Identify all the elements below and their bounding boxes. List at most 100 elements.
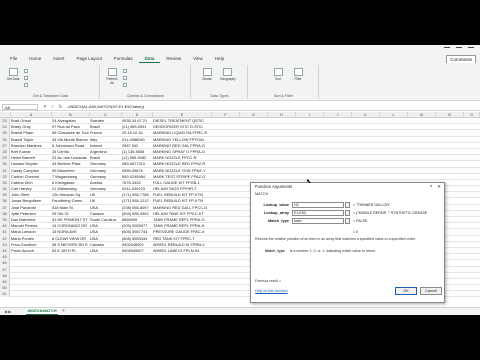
cell-address[interactable]: 34 Via Monte Bianco [52,137,89,142]
tab-insert[interactable]: Insert [47,54,70,63]
cell-description[interactable]: WHEEL LABELS FPLN-94 [153,248,211,253]
cell-address[interactable]: 6 Kirchgasse [52,180,89,185]
cell-address[interactable]: 23 Av. dos Lusíadas [52,155,89,160]
cell-phone[interactable]: 7675-3425 [122,180,152,185]
sheet-nav-arrows[interactable]: ◀ ▶ [4,309,11,314]
cell-description[interactable]: MARK NOZZLE RED FPNZ-R [153,161,211,166]
cell-name[interactable]: John Steel [11,192,51,197]
cell-description[interactable]: MARK NOZZLE FPCC-R [153,155,211,160]
cell-description[interactable]: MARK TEST STRIPE FPAZ-G [153,174,211,179]
cell-name[interactable]: Jytte Petersen [11,211,51,216]
cell-description[interactable]: MARK NOZZLE YEW FPNZ-Y [153,168,211,173]
cell-phone[interactable]: 011-4988260 [122,137,152,142]
cell-address[interactable]: 14 CORONADO DR [52,223,89,228]
cell-name[interactable]: Candy Compton [11,168,51,173]
cell-country[interactable]: USA [90,223,120,228]
cell-address[interactable]: 43 Berliner Platz [52,161,89,166]
cell-country[interactable]: Canada [90,242,120,247]
cell-phone[interactable]: (805) 5557744 [122,229,152,234]
cell-country[interactable]: France [90,130,120,135]
maximize-icon[interactable] [456,47,462,51]
cell-address[interactable]: 90 Mauerlein [52,168,89,173]
refresh-all-button[interactable]: Refresh All [105,67,119,89]
range-select-icon[interactable] [345,202,350,208]
close-icon[interactable] [468,47,474,51]
cell-name[interactable]: Brandi Pham [11,130,51,135]
from-web-row[interactable] [24,75,28,80]
cell-name[interactable]: Brandi Taylor [11,137,51,142]
tab-home[interactable]: Home [23,54,47,63]
cell-phone[interactable]: (208) 555-8097 [122,205,152,210]
from-text-row[interactable] [24,68,28,73]
tab-data[interactable]: Data [138,54,161,63]
cell-address[interactable]: 518 Main St. [52,205,89,210]
cell-description[interactable]: FUEL REBUILD KIT FP-KTN [153,198,211,203]
cell-phone[interactable]: (11) 555-9482 [122,155,152,160]
lookup-value-input[interactable]: H2 [292,202,344,208]
cell-address[interactable]: 15 NORA AVE [52,229,89,234]
cell-phone[interactable]: 0555-09876 [122,168,152,173]
cell-country[interactable]: Germany [90,168,120,173]
cell-address[interactable]: 8 CLEAR VIEW DR [52,236,89,241]
cell-description[interactable]: WHEEL REBUILD KI FPRM-1 [153,242,211,247]
cell-country[interactable]: Germany [90,174,120,179]
cell-country[interactable]: Sweden [90,118,120,123]
tab-help[interactable]: Help [209,54,230,63]
cell-country[interactable]: USA [90,229,120,234]
tab-file[interactable]: File [4,54,23,63]
cell-name[interactable]: Carlton Chesnut [11,174,51,179]
range-select-icon[interactable] [345,210,350,216]
cell-country[interactable]: Brazil [90,155,120,160]
cell-country[interactable]: Germany [90,186,120,191]
cell-phone[interactable]: (805) 5553344 [122,236,152,241]
match-type-input[interactable]: false [292,218,344,224]
cell-phone[interactable]: 20.16.10.16 [122,130,152,135]
cell-address[interactable]: 38 S MEYERS RD E [52,242,89,247]
cancel-icon[interactable]: ✕ [43,104,47,110]
cell-name[interactable]: Bret Kumar [11,149,51,154]
add-sheet-icon[interactable]: + [62,308,65,314]
cell-name[interactable]: Brandon Martinez [11,143,51,148]
row-number[interactable]: 51 [0,291,10,298]
cell-name[interactable]: Maria Larsson [11,229,51,234]
cell-phone[interactable]: 0241-039123 [122,186,152,191]
cell-name[interactable]: Paolo Accorti [11,248,51,253]
properties-row[interactable] [123,75,127,80]
cell-description[interactable]: DIESEL TREATMENT QSTIC [153,118,211,123]
cell-description[interactable]: TANK FRAME REPL FPRA-G [153,217,211,222]
cell-country[interactable]: Germany [90,161,120,166]
cell-name[interactable]: Jonas Bergulfsen [11,198,51,203]
cell-country[interactable]: Italy [90,137,120,142]
cell-phone[interactable]: 9402549007 [122,248,152,253]
minimize-icon[interactable] [444,47,450,51]
cell-description[interactable]: PRESSURE GAUGE FPAC-4 [153,229,211,234]
cell-country[interactable]: Austria [90,180,120,185]
cell-description[interactable]: HELIUM TAGS FPFHR-T [153,186,211,191]
cell-phone[interactable]: (21) 555-0091 [122,124,152,129]
tab-formulas[interactable]: Formulas [108,54,139,63]
enter-icon[interactable]: ✓ [51,104,55,110]
cell-name[interactable]: Carl Harvey [11,186,51,191]
tab-review[interactable]: Review [160,54,187,63]
cell-address[interactable]: 7 Magazinweg [52,174,89,179]
cell-phone[interactable]: 9402548002 [122,242,152,247]
cell-country[interactable]: Argentina [90,149,120,154]
cell-name[interactable]: Manuel Pereira [11,223,51,228]
cell-description[interactable]: FUEL REBUILD KIT FP-KTN [153,192,211,197]
fx-icon[interactable]: fx [59,104,63,110]
geography-button[interactable]: Geography [220,67,236,89]
edit-links-row[interactable] [123,82,127,87]
cell-name[interactable]: Brady Gray [11,124,51,129]
cell-name[interactable]: Helen Barnett [11,155,51,160]
cell-phone[interactable]: 2967 542 [122,143,152,148]
cell-name[interactable]: Frica Goodrich [11,242,51,247]
lookup-array-input[interactable]: E1:E50 [292,210,344,216]
cell-description[interactable]: MARKING RED GAL FPRA-G [153,143,211,148]
filter-button[interactable]: Filter [291,67,305,89]
cell-address[interactable]: 53 E 18TH PL [52,248,89,253]
get-data-button[interactable]: Get Data [6,67,20,89]
cell-country[interactable]: Canada [90,211,120,216]
stocks-button[interactable]: Stocks [200,67,214,89]
sort-button[interactable]: Sort [271,67,285,89]
cell-address[interactable]: 21 Walserweg [52,186,89,191]
